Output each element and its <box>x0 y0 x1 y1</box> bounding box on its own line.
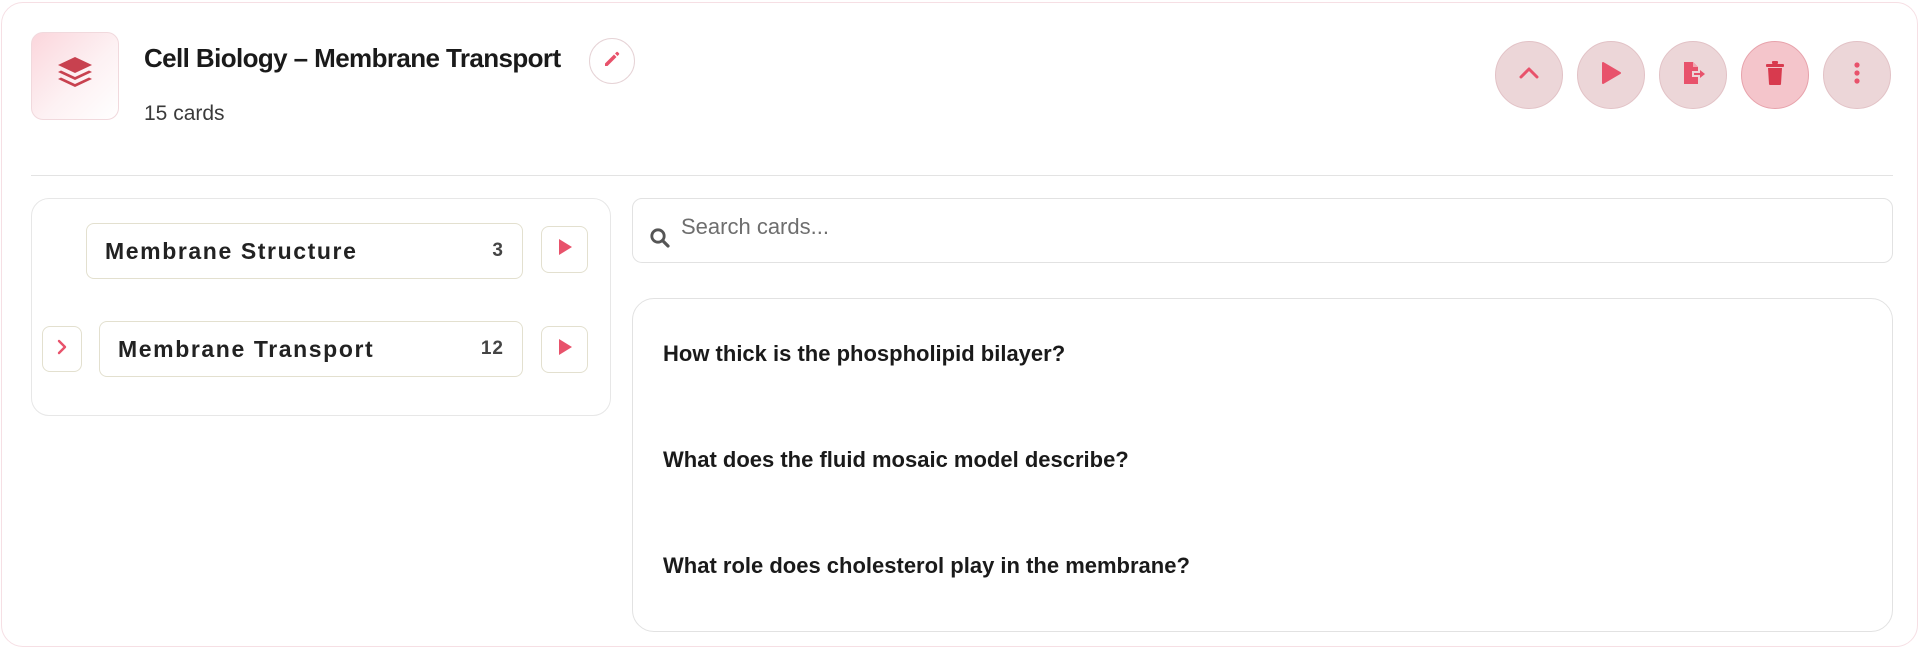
collapse-button[interactable] <box>1495 41 1563 109</box>
study-subdeck-button[interactable] <box>541 226 588 273</box>
subdeck-panel: Membrane Structure 3 Membrane Transport … <box>31 198 611 416</box>
search-input[interactable] <box>681 207 1861 247</box>
header-divider <box>31 175 1893 176</box>
subdeck-item-membrane-structure[interactable]: Membrane Structure 3 <box>86 223 523 279</box>
more-button[interactable] <box>1823 41 1891 109</box>
card-count: 15 cards <box>144 102 225 125</box>
edit-title-button[interactable] <box>589 38 635 84</box>
expand-subdeck-button[interactable] <box>42 326 82 372</box>
pencil-icon <box>602 49 622 74</box>
deck-icon-tile <box>31 32 119 120</box>
deck-title: Cell Biology – Membrane Transport <box>144 43 561 73</box>
play-icon <box>556 237 574 262</box>
subdeck-label: Membrane Transport <box>118 335 375 362</box>
play-icon <box>556 337 574 362</box>
search-icon <box>649 227 671 254</box>
question-item[interactable]: What does the fluid mosaic model describ… <box>663 447 1129 473</box>
study-subdeck-button[interactable] <box>541 326 588 373</box>
stack-layers-icon <box>55 55 95 98</box>
file-export-icon <box>1680 60 1706 91</box>
export-button[interactable] <box>1659 41 1727 109</box>
subdeck-item-membrane-transport[interactable]: Membrane Transport 12 <box>99 321 523 377</box>
subdeck-count: 3 <box>492 240 504 261</box>
search-box <box>632 198 1893 263</box>
study-button[interactable] <box>1577 41 1645 109</box>
delete-button[interactable] <box>1741 41 1809 109</box>
chevron-right-icon <box>56 338 68 361</box>
more-vertical-icon <box>1853 61 1861 90</box>
subdeck-count: 12 <box>480 338 504 359</box>
questions-panel: How thick is the phospholipid bilayer? W… <box>632 298 1893 632</box>
subdeck-label: Membrane Structure <box>105 237 358 264</box>
play-icon <box>1599 60 1623 91</box>
question-item[interactable]: How thick is the phospholipid bilayer? <box>663 341 1065 367</box>
chevron-up-icon <box>1518 66 1540 85</box>
deck-card: Cell Biology – Membrane Transport 15 car… <box>1 2 1918 647</box>
trash-icon <box>1764 60 1786 91</box>
question-item[interactable]: What role does cholesterol play in the m… <box>663 553 1190 579</box>
